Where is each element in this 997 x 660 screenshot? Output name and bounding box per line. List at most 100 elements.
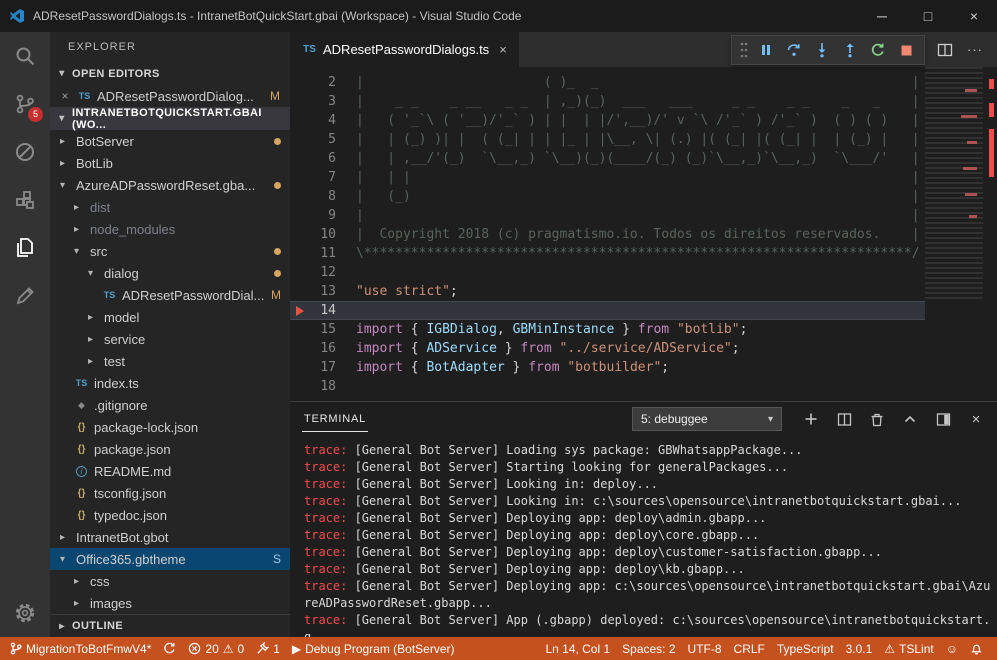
tree-folder-node-modules[interactable]: ▸node_modules	[50, 218, 290, 240]
tree-file-package-json[interactable]: {}package.json	[50, 438, 290, 460]
kill-terminal-trash-icon[interactable]	[868, 410, 886, 428]
code-line[interactable]: 11\*************************************…	[290, 244, 925, 263]
open-editors-section-header[interactable]: ▾ OPEN EDITORS	[50, 62, 290, 85]
edit-pencil-icon[interactable]	[0, 272, 50, 320]
code-line[interactable]: 3| _ _ _ __ _ _ | ,_)(_) ___ ___ _ _ _ _…	[290, 92, 925, 111]
code-line[interactable]: 9| |	[290, 206, 925, 225]
code-line[interactable]: 6| | ,__/'(_) `\__,_) `\__)(_)(____/(_) …	[290, 149, 925, 168]
chevron-down-icon: ▾	[74, 246, 85, 257]
eol-setting[interactable]: CRLF	[728, 637, 771, 660]
sync-button[interactable]	[157, 637, 182, 660]
restart-icon[interactable]	[866, 38, 890, 62]
explorer-files-icon[interactable]	[0, 224, 50, 272]
code-line[interactable]: 12	[290, 263, 925, 282]
tree-folder-src[interactable]: ▾src	[50, 240, 290, 262]
tree-folder-botlib[interactable]: ▸BotLib	[50, 152, 290, 174]
feedback-smiley[interactable]: ☺	[940, 637, 964, 660]
code-line[interactable]: 15import { IGBDialog, GBMinInstance } fr…	[290, 320, 925, 339]
code-line[interactable]: 18	[290, 377, 925, 396]
tree-folder-azureadpasswordreset-gba-[interactable]: ▾AzureADPasswordReset.gba...	[50, 174, 290, 196]
cursor-position[interactable]: Ln 14, Col 1	[539, 637, 616, 660]
tree-folder-office365-gbtheme[interactable]: ▾Office365.gbthemeS	[50, 548, 290, 570]
git-branch-indicator[interactable]: MigrationToBotFmwV4*	[4, 637, 157, 660]
terminal-line: trace: [General Bot Server] Looking in: …	[304, 476, 991, 493]
tree-folder-botserver[interactable]: ▸BotServer	[50, 130, 290, 152]
new-terminal-icon[interactable]	[802, 410, 820, 428]
tree-folder-css[interactable]: ▸css	[50, 570, 290, 592]
tab-close-icon[interactable]: ×	[499, 42, 507, 57]
terminal-output[interactable]: trace: [General Bot Server] Loading sys …	[290, 436, 997, 637]
close-icon[interactable]: ×	[58, 89, 72, 103]
close-panel-icon[interactable]: ×	[967, 410, 985, 428]
tree-file-typedoc-json[interactable]: {}typedoc.json	[50, 504, 290, 526]
terminal-tab[interactable]: TERMINAL	[302, 407, 368, 432]
panel-layout-icon[interactable]	[934, 410, 952, 428]
notifications-bell[interactable]	[964, 637, 989, 660]
typescript-version[interactable]: 3.0.1	[840, 637, 879, 660]
code-line[interactable]: 13"use strict";	[290, 282, 925, 301]
code-line[interactable]: 4| ( '_`\ ( '__)/'_` ) | | | |/',__)/' v…	[290, 111, 925, 130]
workspace-section-header[interactable]: ▾ INTRANETBOTQUICKSTART.GBAI (WO...	[50, 107, 290, 130]
linter-status[interactable]: ⚠ TSLint	[878, 637, 939, 660]
code-line[interactable]: 17import { BotAdapter } from "botbuilder…	[290, 358, 925, 377]
tree-file-adresetpassworddial-[interactable]: TSADResetPasswordDial...M	[50, 284, 290, 306]
code-line[interactable]: 7| | | |	[290, 168, 925, 187]
step-out-icon[interactable]	[838, 38, 862, 62]
tree-file-readme-md[interactable]: iREADME.md	[50, 460, 290, 482]
tree-file-package-lock-json[interactable]: {}package-lock.json	[50, 416, 290, 438]
tab-adresetpassworddialogs[interactable]: TS ADResetPasswordDialogs.ts ×	[290, 32, 519, 67]
search-icon[interactable]	[0, 32, 50, 80]
pause-icon[interactable]	[754, 38, 778, 62]
linter-label: TSLint	[899, 642, 934, 656]
settings-gear-icon[interactable]	[0, 589, 50, 637]
tree-folder-service[interactable]: ▸service	[50, 328, 290, 350]
outline-section-header[interactable]: ▸ OUTLINE	[50, 614, 290, 637]
debug-icon[interactable]	[0, 128, 50, 176]
code-line[interactable]: 2| ( )_ _ |	[290, 73, 925, 92]
debug-target[interactable]: ▶ Debug Program (BotServer)	[286, 637, 461, 660]
terminal-actions: ×	[802, 410, 985, 428]
encoding-setting[interactable]: UTF-8	[682, 637, 728, 660]
code-line[interactable]: 8| (_) |	[290, 187, 925, 206]
tree-folder-images[interactable]: ▸images	[50, 592, 290, 614]
tree-folder-intranetbot-gbot[interactable]: ▸IntranetBot.gbot	[50, 526, 290, 548]
maximize-panel-chevron-icon[interactable]	[901, 410, 919, 428]
indentation-setting[interactable]: Spaces: 2	[616, 637, 681, 660]
tree-folder-dist[interactable]: ▸dist	[50, 196, 290, 218]
source-control-icon[interactable]: 5	[0, 80, 50, 128]
more-actions-icon[interactable]: ···	[967, 42, 983, 57]
code-line[interactable]: 5| | (_) )| | ( (_| | | |_ | |\__, \| (.…	[290, 130, 925, 149]
code-line[interactable]: 16import { ADService } from "../service/…	[290, 339, 925, 358]
open-editor-item[interactable]: × TS ADResetPasswordDialog... M	[50, 85, 290, 107]
split-terminal-icon[interactable]	[835, 410, 853, 428]
stop-icon[interactable]	[894, 38, 918, 62]
terminal-line: trace: [General Bot Server] Looking in: …	[304, 493, 991, 510]
code-line[interactable]: 14	[290, 301, 925, 320]
language-mode[interactable]: TypeScript	[771, 637, 840, 660]
drag-handle-icon[interactable]	[738, 41, 750, 59]
minimize-button[interactable]: ─	[859, 0, 905, 32]
task-count: 1	[273, 642, 280, 656]
tree-item-label: tsconfig.json	[94, 486, 166, 501]
tree-folder-model[interactable]: ▸model	[50, 306, 290, 328]
step-over-icon[interactable]	[782, 38, 806, 62]
tree-folder-test[interactable]: ▸test	[50, 350, 290, 372]
minimap[interactable]	[925, 67, 983, 302]
tree-file-index-ts[interactable]: TSindex.ts	[50, 372, 290, 394]
code-line[interactable]: 10| Copyright 2018 (c) pragmatismo.io. T…	[290, 225, 925, 244]
tree-file-tsconfig-json[interactable]: {}tsconfig.json	[50, 482, 290, 504]
close-button[interactable]: ×	[951, 0, 997, 32]
terminal-selector[interactable]: 5: debuggee ▾	[632, 407, 782, 431]
problems-indicator[interactable]: 20 ⚠ 0	[182, 637, 250, 660]
tree-item-label: BotServer	[76, 134, 134, 149]
maximize-button[interactable]: □	[905, 0, 951, 32]
code-editor[interactable]: 2| ( )_ _ |3| _ _ _ __ _ _ | ,_)(_) ___ …	[290, 67, 997, 401]
split-editor-icon[interactable]	[937, 42, 953, 58]
extensions-icon[interactable]	[0, 176, 50, 224]
tasks-indicator[interactable]: 1	[250, 637, 286, 660]
tree-folder-dialog[interactable]: ▾dialog	[50, 262, 290, 284]
json-file-icon: {}	[74, 444, 89, 455]
line-code: | | (_) )| | ( (_| | | |_ | |\__, \| (.)…	[356, 130, 920, 149]
tree-file--gitignore[interactable]: ◆.gitignore	[50, 394, 290, 416]
step-into-icon[interactable]	[810, 38, 834, 62]
